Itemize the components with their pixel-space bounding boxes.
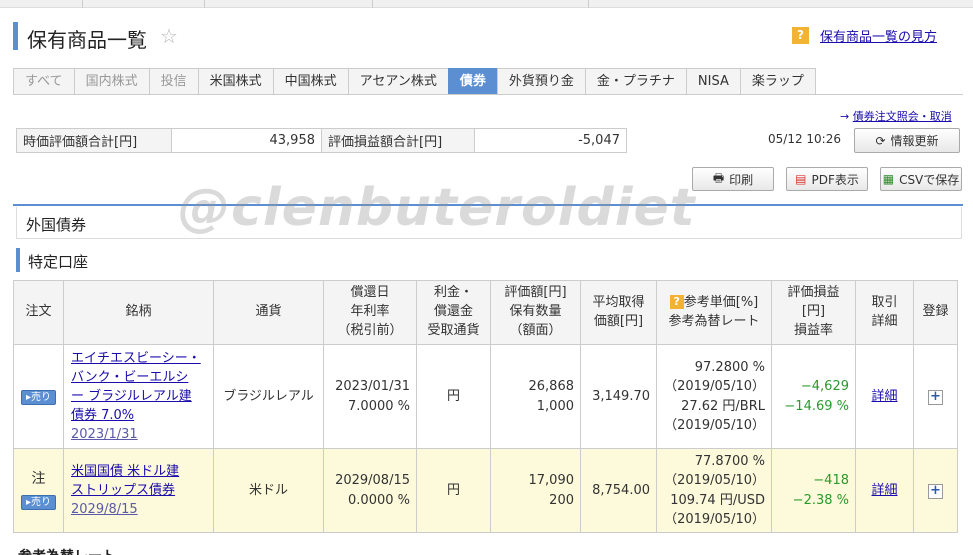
sell-button[interactable]: ▸売り xyxy=(20,495,57,511)
tab-bonds[interactable]: 債券 xyxy=(447,68,497,95)
holdings-table: 注文 銘柄 通貨 償還日 年利率 （税引前） 利金・ 償還金 受取通貨 評価額[円] 保有… xyxy=(13,280,958,533)
col-pl: 評価損益 [円] 損益率 xyxy=(771,280,856,345)
order-mark: 注 xyxy=(31,471,46,488)
bond-name-link[interactable]: エイチエスビーシー・ バンク・ビーエルシー ブラジルレアル建 債券 7.0% xyxy=(71,349,213,425)
pl-value: -5,047 xyxy=(474,128,627,153)
bond-name-link[interactable]: 米国国債 米ドル建 ストリップス債券 xyxy=(71,462,213,500)
tab-nisa[interactable]: NISA xyxy=(685,68,740,95)
bond-name-cell: エイチエスビーシー・ バンク・ビーエルシー ブラジルレアル建 債券 7.0% 202… xyxy=(63,344,214,449)
bond-due-date: 2029/8/15 xyxy=(71,501,138,517)
pdf-icon: ▤ xyxy=(795,172,807,186)
col-register: 登録 xyxy=(913,280,958,345)
fx-rate-heading: 参考為替レート xyxy=(18,546,116,555)
market-value-label: 時価評価額合計[円] xyxy=(16,128,172,153)
order-inquiry-link[interactable]: → 債券注文照会・取消 xyxy=(840,108,952,124)
refresh-label: 情報更新 xyxy=(890,134,939,148)
ref-price-cell: 97.2800 % （2019/05/10） 27.62 円/BRL （2019/05… xyxy=(656,344,772,449)
tab-asean-stocks[interactable]: アセアン株式 xyxy=(347,68,448,95)
tab-all[interactable]: すべて xyxy=(13,68,74,95)
arrow-right-icon: → xyxy=(840,110,853,123)
interest-currency-cell: 円 xyxy=(416,344,491,449)
star-icon[interactable]: ☆ xyxy=(160,24,178,48)
printer-icon: 🖶 xyxy=(712,170,725,185)
csv-icon: ▦ xyxy=(882,172,895,186)
csv-button[interactable]: ▦ CSVで保存 xyxy=(880,167,962,191)
col-interest-currency: 利金・ 償還金 受取通貨 xyxy=(416,280,491,345)
tab-funds[interactable]: 投信 xyxy=(148,68,198,95)
page-title: 保有商品一覧 xyxy=(27,28,147,52)
help-icon[interactable]: ? xyxy=(669,294,684,309)
print-label: 印刷 xyxy=(729,172,754,187)
col-avg-cost: 平均取得 価額[円] xyxy=(580,280,657,345)
help-link[interactable]: 保有商品一覧の見方 xyxy=(820,26,937,45)
help-icon: ? xyxy=(792,27,809,44)
order-inquiry-label: 債券注文照会・取消 xyxy=(852,110,952,123)
refresh-icon: ⟳ xyxy=(875,133,886,148)
tab-foreign-deposits[interactable]: 外貨預り金 xyxy=(496,68,585,95)
refresh-button[interactable]: ⟳ 情報更新 xyxy=(854,128,960,153)
detail-cell: 詳細 xyxy=(855,448,914,533)
order-cell: 注 ▸売り xyxy=(13,448,64,533)
account-accent-bar xyxy=(16,248,20,272)
summary-table: 時価評価額合計[円] 43,958 評価損益額合計[円] -5,047 xyxy=(16,128,627,153)
product-tabs: すべて 国内株式 投信 米国株式 中国株式 アセアン株式 債券 外貨預り金 金・… xyxy=(13,68,816,95)
title-accent-bar xyxy=(13,22,18,50)
valuation-cell: 17,090 200 xyxy=(490,448,581,533)
bond-name-cell: 米国国債 米ドル建 ストリップス債券 2029/8/15 xyxy=(63,448,214,533)
col-redemption: 償還日 年利率 （税引前） xyxy=(323,280,417,345)
detail-link[interactable]: 詳細 xyxy=(871,389,897,404)
sell-button[interactable]: ▸売り xyxy=(20,389,57,405)
tab-china-stocks[interactable]: 中国株式 xyxy=(272,68,348,95)
tab-us-stocks[interactable]: 米国株式 xyxy=(197,68,273,95)
detail-cell: 詳細 xyxy=(855,344,914,449)
csv-label: CSVで保存 xyxy=(899,172,960,187)
plus-icon[interactable]: + xyxy=(928,389,943,405)
bond-due-date: 2023/1/31 xyxy=(71,426,138,442)
table-row: 注 ▸売り 米国国債 米ドル建 ストリップス債券 2029/8/15 米ドル 202… xyxy=(13,448,958,533)
col-order: 注文 xyxy=(13,280,64,345)
tabs-underline xyxy=(13,94,963,95)
top-strip xyxy=(0,0,973,8)
pdf-button[interactable]: ▤ PDF表示 xyxy=(786,167,868,191)
pl-cell: −418 −2.38 % xyxy=(771,448,856,533)
col-name: 銘柄 xyxy=(63,280,214,345)
avg-cost-cell: 8,754.00 xyxy=(580,448,657,533)
pl-label: 評価損益額合計[円] xyxy=(321,128,475,153)
col-trade-detail: 取引 詳細 xyxy=(855,280,914,345)
watermark: @clenbuteroldiet xyxy=(178,178,696,238)
currency-cell: 米ドル xyxy=(213,448,324,533)
table-row: ▸売り エイチエスビーシー・ バンク・ビーエルシー ブラジルレアル建 債券 7.0%… xyxy=(13,344,958,449)
currency-cell: ブラジルレアル xyxy=(213,344,324,449)
pl-cell: −4,629 −14.69 % xyxy=(771,344,856,449)
account-title: 特定口座 xyxy=(28,253,89,271)
order-cell: ▸売り xyxy=(13,344,64,449)
detail-link[interactable]: 詳細 xyxy=(871,483,897,498)
valuation-cell: 26,868 1,000 xyxy=(490,344,581,449)
register-cell: + xyxy=(913,344,958,449)
tab-gold-platinum[interactable]: 金・プラチナ xyxy=(584,68,686,95)
tab-domestic-stocks[interactable]: 国内株式 xyxy=(73,68,149,95)
avg-cost-cell: 3,149.70 xyxy=(580,344,657,449)
table-header-row: 注文 銘柄 通貨 償還日 年利率 （税引前） 利金・ 償還金 受取通貨 評価額[円] 保有… xyxy=(13,280,958,345)
col-currency: 通貨 xyxy=(213,280,324,345)
market-value: 43,958 xyxy=(171,128,322,153)
register-cell: + xyxy=(913,448,958,533)
plus-icon[interactable]: + xyxy=(928,483,943,499)
ref-price-cell: 77.8700 % （2019/05/10） 109.74 円/USD （2019/0… xyxy=(656,448,772,533)
col-ref-price: ? 参考単価[%] 参考為替レート xyxy=(656,280,772,345)
print-button[interactable]: 🖶 印刷 xyxy=(692,167,774,191)
col-valuation: 評価額[円] 保有数量 （額面） xyxy=(490,280,581,345)
updated-datetime: 05/12 10:26 xyxy=(768,132,841,146)
tab-rakuwrap[interactable]: 楽ラップ xyxy=(739,68,816,95)
interest-currency-cell: 円 xyxy=(416,448,491,533)
section-title: 外国債券 xyxy=(26,216,87,234)
redemption-cell: 2029/08/15 0.0000 % xyxy=(323,448,417,533)
pdf-label: PDF表示 xyxy=(811,172,859,187)
redemption-cell: 2023/01/31 7.0000 % xyxy=(323,344,417,449)
